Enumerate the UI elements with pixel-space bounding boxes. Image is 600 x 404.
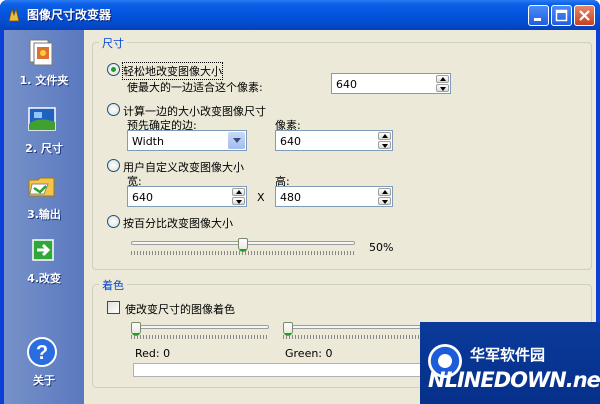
select-value: Width <box>132 135 164 148</box>
watermark-logo: 华军软件园 NLINEDOWN.net <box>420 322 600 404</box>
size-group: 尺寸 轻松地改变图像大小 使最大的一边适合这个像素: 640 计算一边的大小改变… <box>92 35 592 270</box>
spin-down-icon[interactable] <box>378 141 391 149</box>
sidebar-item-folder[interactable]: 1. 文件夹 <box>4 36 84 98</box>
max-side-label: 使最大的一边适合这个像素: <box>127 81 263 94</box>
slider-ticks <box>283 335 421 339</box>
radio-label: 轻松地改变图像大小 <box>122 62 223 80</box>
radio-one-side[interactable]: 计算一边的大小改变图像尺寸 <box>107 103 307 118</box>
app-icon <box>8 7 20 22</box>
close-button[interactable] <box>574 5 595 26</box>
slider-rail <box>283 325 421 329</box>
stepper-value: 640 <box>280 135 301 148</box>
sidebar: 1. 文件夹 2. 尺寸 3.输出 4.改变 ? 关于 <box>4 30 84 404</box>
spin-down-icon[interactable] <box>232 197 245 205</box>
slider-thumb[interactable] <box>131 322 141 336</box>
sidebar-item-label: 关于 <box>33 374 55 387</box>
window-title: 图像尺寸改变器 <box>27 8 112 22</box>
green-slider[interactable] <box>283 322 421 339</box>
sidebar-item-label: 2. 尺寸 <box>25 142 63 155</box>
app-window: 图像尺寸改变器 1. 文件夹 2. 尺寸 3.输出 4.改变 ? 关于 尺寸 轻… <box>0 0 600 404</box>
size-group-legend: 尺寸 <box>99 35 127 51</box>
sidebar-item-label: 1. 文件夹 <box>19 74 69 87</box>
sidebar-item-size[interactable]: 2. 尺寸 <box>4 104 84 166</box>
spin-up-icon[interactable] <box>436 75 449 83</box>
maximize-icon <box>555 9 568 22</box>
output-folder-icon <box>28 177 55 197</box>
sidebar-item-label: 3.输出 <box>27 208 61 221</box>
edge-select[interactable]: Width <box>127 130 247 151</box>
radio-button[interactable] <box>107 103 120 116</box>
sidebar-item-convert[interactable]: 4.改变 <box>4 234 84 296</box>
radio-percent[interactable]: 按百分比改变图像大小 <box>107 215 307 230</box>
slider-ticks <box>131 335 269 339</box>
colorize-label: 使改变尺寸的图像着色 <box>125 303 235 316</box>
stepper-value: 640 <box>132 191 153 204</box>
sidebar-item-about[interactable]: ? 关于 <box>4 336 84 398</box>
percent-value: 50% <box>369 241 394 254</box>
minimize-icon <box>534 18 541 21</box>
color-preview <box>133 363 433 377</box>
green-arrow-icon <box>32 239 54 261</box>
sidebar-item-output[interactable]: 3.输出 <box>4 170 84 232</box>
spin-up-icon[interactable] <box>378 188 391 196</box>
radio-button[interactable] <box>107 63 120 76</box>
maximize-button[interactable] <box>551 5 572 26</box>
stepper-value: 480 <box>280 191 301 204</box>
spin-up-icon[interactable] <box>378 132 391 140</box>
radio-label: 按百分比改变图像大小 <box>123 217 233 230</box>
radio-easy-resize[interactable]: 轻松地改变图像大小 <box>107 62 307 80</box>
slider-thumb[interactable] <box>238 238 248 252</box>
max-side-stepper[interactable]: 640 <box>331 73 451 94</box>
slider-rail <box>131 325 269 329</box>
radio-button[interactable] <box>107 159 120 172</box>
minimize-button[interactable] <box>528 5 549 26</box>
height-stepper[interactable]: 480 <box>275 186 393 207</box>
radio-button[interactable] <box>107 215 120 228</box>
colorize-checkbox[interactable] <box>107 301 120 314</box>
spin-down-icon[interactable] <box>378 197 391 205</box>
spin-down-icon[interactable] <box>436 84 449 92</box>
sidebar-item-label: 4.改变 <box>27 272 61 285</box>
folder-pictures-icon <box>29 39 53 66</box>
width-stepper[interactable]: 640 <box>127 186 247 207</box>
percent-slider[interactable] <box>131 238 355 255</box>
red-slider[interactable] <box>131 322 269 339</box>
times-label: X <box>257 191 265 204</box>
title-bar[interactable]: 图像尺寸改变器 <box>0 0 600 30</box>
watermark-en: NLINEDOWN.net <box>428 368 600 392</box>
slider-thumb[interactable] <box>283 322 293 336</box>
close-icon <box>579 10 590 21</box>
red-value-label: Red: 0 <box>135 347 171 360</box>
spin-up-icon[interactable] <box>232 188 245 196</box>
chevron-down-icon[interactable] <box>228 132 245 149</box>
green-value-label: Green: 0 <box>285 347 333 360</box>
picture-resize-icon <box>28 107 56 131</box>
svg-text:?: ? <box>36 342 48 364</box>
watermark-cn: 华军软件园 <box>470 346 546 364</box>
color-group-legend: 着色 <box>99 277 127 293</box>
pixels-stepper[interactable]: 640 <box>275 130 393 151</box>
stepper-value: 640 <box>336 78 357 91</box>
radio-custom-size[interactable]: 用户自定义改变图像大小 <box>107 159 307 174</box>
help-icon: ? <box>27 337 57 367</box>
